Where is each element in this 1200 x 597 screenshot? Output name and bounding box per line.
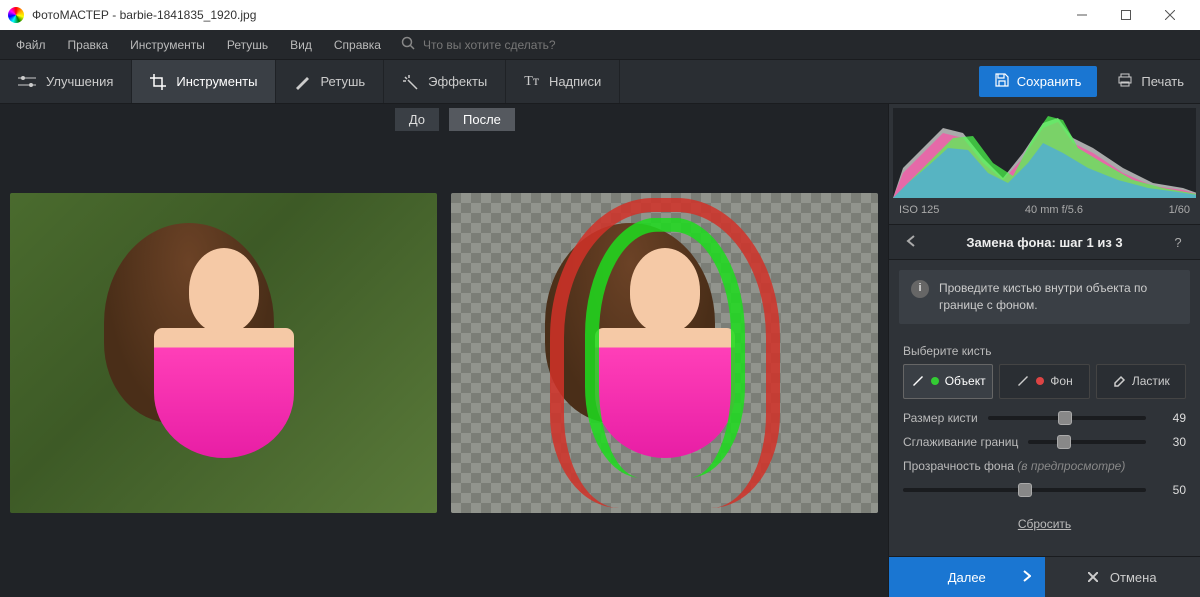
title-bar: ФотоМАСТЕР - barbie-1841835_1920.jpg [0,0,1200,30]
object-stroke [585,217,745,477]
save-icon [995,73,1009,90]
next-button[interactable]: Далее [889,557,1045,597]
red-dot-icon [1036,377,1044,385]
tab-label: Надписи [549,74,601,89]
lens-value: 40 mm f/5.6 [1025,204,1083,216]
opacity-label: Прозрачность фона (в предпросмотре) [903,459,1186,473]
step-title: Замена фона: шаг 1 из 3 [923,235,1166,250]
hint-text: Проведите кистью внутри объекта по грани… [939,280,1178,314]
menu-help[interactable]: Справка [324,34,391,56]
text-icon: Tт [524,74,539,90]
maximize-button[interactable] [1104,0,1148,30]
tab-tools[interactable]: Инструменты [132,60,276,103]
close-icon [1088,570,1098,585]
tab-label: Ретушь [320,74,365,89]
choose-brush-label: Выберите кисть [903,344,1186,358]
slider-feather-value: 30 [1156,435,1186,449]
after-label: После [449,108,515,131]
tab-label: Инструменты [176,74,257,89]
step-header: Замена фона: шаг 1 из 3 ? [889,224,1200,260]
before-panel: До [6,104,441,591]
after-panel: После [447,104,882,591]
slider-opacity-track[interactable] [903,488,1146,492]
brush-object-icon [911,373,925,390]
toolbar: Улучшения Инструменты Ретушь Эффекты Tт … [0,60,1200,104]
search-icon [401,36,415,53]
slider-feather-track[interactable] [1028,440,1146,444]
before-label: До [395,108,439,131]
tab-text[interactable]: Tт Надписи [506,60,620,103]
back-button[interactable] [899,235,923,250]
sidebar: ISO 125 40 mm f/5.6 1/60 Замена фона: ша… [888,104,1200,597]
green-dot-icon [931,377,939,385]
close-button[interactable] [1148,0,1192,30]
sliders-icon [18,75,36,89]
tab-retouch[interactable]: Ретушь [276,60,384,103]
menu-retouch[interactable]: Ретушь [217,34,278,56]
canvas-area: До После [0,104,888,597]
iso-value: ISO 125 [899,204,939,216]
cancel-button[interactable]: Отмена [1045,557,1200,597]
after-image[interactable] [451,193,878,513]
eraser-icon [1112,373,1126,390]
menu-bar: Файл Правка Инструменты Ретушь Вид Справ… [0,30,1200,60]
tab-label: Улучшения [46,74,113,89]
hint-box: i Проведите кистью внутри объекта по гра… [899,270,1190,324]
tab-enhance[interactable]: Улучшения [0,60,132,103]
minimize-button[interactable] [1060,0,1104,30]
crop-icon [150,74,166,90]
help-button[interactable]: ? [1166,235,1190,250]
slider-size-track[interactable] [988,416,1146,420]
slider-size[interactable]: Размер кисти 49 [903,411,1186,425]
slider-feather[interactable]: Сглаживание границ 30 [903,435,1186,449]
slider-opacity[interactable]: 50 [903,483,1186,497]
info-icon: i [911,280,929,298]
save-button[interactable]: Сохранить [979,66,1098,97]
app-icon [8,7,24,23]
shutter-value: 1/60 [1169,204,1190,216]
brush-background[interactable]: Фон [999,364,1089,399]
exif-info: ISO 125 40 mm f/5.6 1/60 [889,202,1200,224]
brush-bg-icon [1016,373,1030,390]
print-button[interactable]: Печать [1101,60,1200,103]
brush-eraser[interactable]: Ластик [1096,364,1186,399]
menu-view[interactable]: Вид [280,34,322,56]
tab-label: Эффекты [428,74,487,89]
before-image[interactable] [10,193,437,513]
brush-object[interactable]: Объект [903,364,993,399]
search-placeholder[interactable]: Что вы хотите сделать? [423,38,556,52]
reset-link[interactable]: Сбросить [903,507,1186,545]
print-icon [1117,73,1133,90]
tab-effects[interactable]: Эффекты [384,60,506,103]
histogram [893,108,1196,198]
wand-icon [402,74,418,90]
app-title: ФотоМАСТЕР - barbie-1841835_1920.jpg [32,8,256,22]
brush-icon [294,74,310,90]
menu-file[interactable]: Файл [6,34,56,56]
menu-edit[interactable]: Правка [58,34,119,56]
slider-opacity-value: 50 [1156,483,1186,497]
slider-size-value: 49 [1156,411,1186,425]
chevron-right-icon [1023,570,1031,585]
menu-tools[interactable]: Инструменты [120,34,215,56]
